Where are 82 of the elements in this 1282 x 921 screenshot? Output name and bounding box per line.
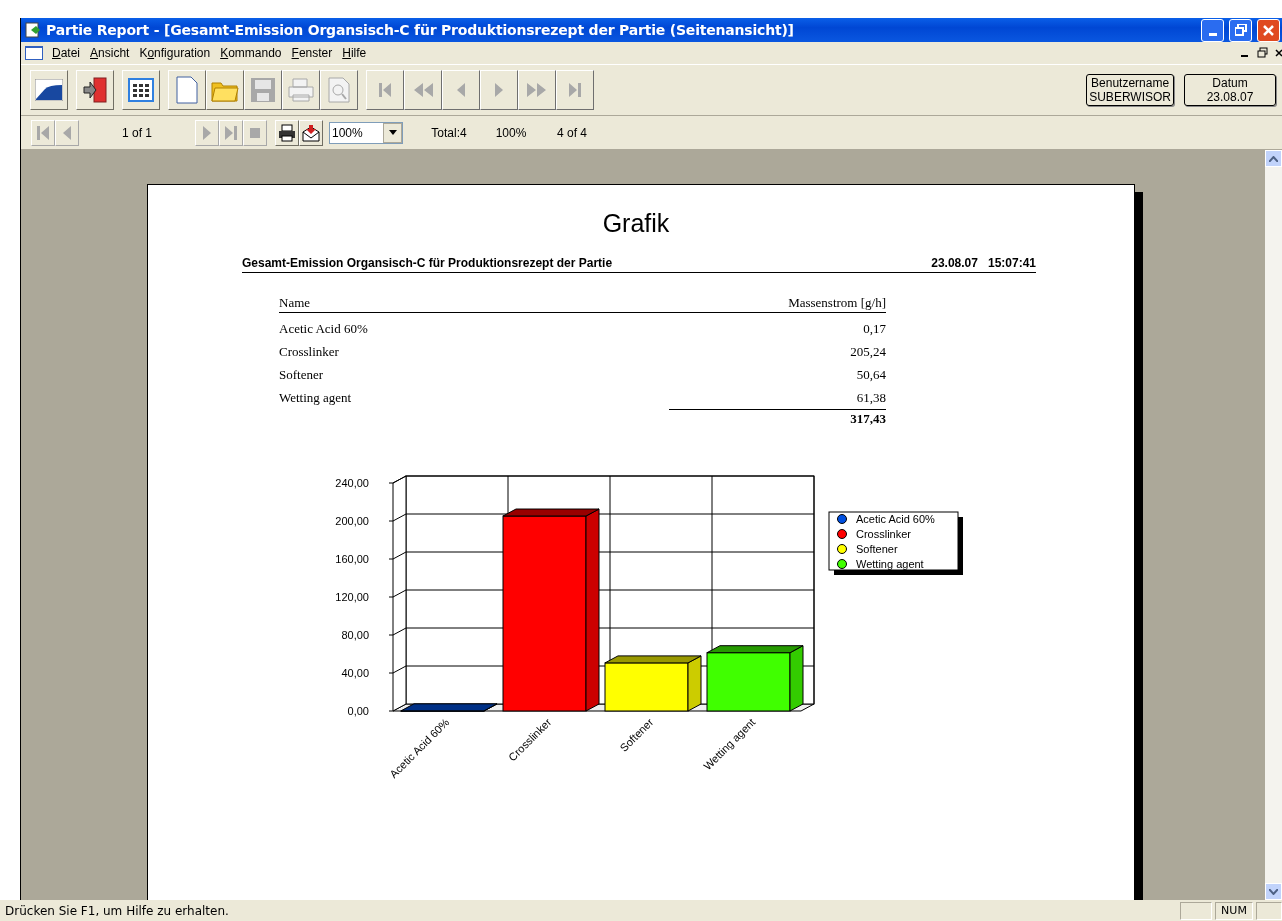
menu-item[interactable]: Hilfe <box>337 46 372 60</box>
legend-label: Acetic Acid 60% <box>856 513 935 525</box>
vertical-scrollbar[interactable] <box>1265 150 1282 900</box>
table-cell: Crosslinker <box>279 343 339 360</box>
table-cell: Softener <box>279 366 324 383</box>
exit-door-icon <box>82 77 108 103</box>
fast-forward-icon <box>526 82 548 98</box>
table-cell: 205,24 <box>850 343 886 360</box>
mdi-restore-icon[interactable] <box>1256 46 1270 60</box>
zoom-dropdown[interactable]: 100% <box>329 121 403 144</box>
first-page-icon <box>36 124 50 141</box>
y-axis-label: 0,00 <box>347 705 369 717</box>
page-magnifier-icon <box>328 77 350 103</box>
table-cell: Wetting agent <box>279 389 352 406</box>
column-header: Name <box>279 294 311 311</box>
app-icon <box>25 22 41 38</box>
minimize-icon <box>1208 32 1217 36</box>
table-cell: 0,17 <box>863 320 886 337</box>
envelope-arrow-icon <box>302 123 320 142</box>
last-page-icon <box>568 82 582 98</box>
menu-item[interactable]: Datei <box>47 46 86 60</box>
preview-button[interactable] <box>299 119 323 146</box>
table-cell: 50,64 <box>856 366 886 383</box>
last-page-icon <box>224 124 238 141</box>
menu-item[interactable]: Ansicht <box>85 46 135 60</box>
zoom-percent: 100% <box>494 125 528 140</box>
printer-icon <box>278 123 296 142</box>
total-count: Total:4 <box>430 125 468 140</box>
menu-item[interactable]: Konfiguration <box>134 46 216 60</box>
restore-button[interactable] <box>1229 18 1252 42</box>
status-panel <box>1180 901 1212 920</box>
legend-label: Wetting agent <box>856 558 924 570</box>
record-count: 4 of 4 <box>556 125 588 140</box>
printer-icon <box>287 77 315 103</box>
next-arrow-icon <box>494 82 504 98</box>
report-subtitle: Gesamt-Emission Organsisch-C für Produktionsrezept der Partie <box>242 256 613 270</box>
grid-window-icon <box>128 78 154 102</box>
blank-page-icon <box>176 76 198 104</box>
status-panel <box>1256 901 1282 920</box>
username-label: Benutzername <box>1091 76 1170 90</box>
table-cell: 61,38 <box>856 389 886 406</box>
document-icon <box>25 46 43 60</box>
menu-item[interactable]: Kommando <box>215 46 287 60</box>
minimize-button[interactable] <box>1201 18 1224 42</box>
legend-label: Crosslinker <box>856 528 911 540</box>
date-label: Datum <box>1212 76 1248 90</box>
y-axis-label: 240,00 <box>335 477 369 489</box>
table-cell: Acetic Acid 60% <box>279 320 368 337</box>
y-axis-label: 80,00 <box>341 629 369 641</box>
y-axis-label: 160,00 <box>335 553 369 565</box>
app-logo-icon <box>35 79 63 101</box>
legend-label: Softener <box>856 543 898 555</box>
scroll-down-icon[interactable] <box>1269 888 1278 895</box>
next-arrow-icon <box>202 124 212 141</box>
page-indicator: 1 of 1 <box>121 125 153 140</box>
username-value: SUBERWISOR <box>1089 90 1171 104</box>
report-timestamp: 23.08.07 15:07:41 <box>931 256 1036 270</box>
menu-item[interactable]: Fenster <box>286 46 338 60</box>
toolbar-button[interactable] <box>30 70 68 110</box>
total-value: 317,43 <box>669 409 886 427</box>
window-title: Partie Report - [Gesamt-Emission Organsisch-C für Produktionsrezept der Partie (Seitenansicht)] <box>46 22 795 38</box>
toolbar-button[interactable] <box>76 70 114 110</box>
report-title: Grafik <box>602 209 670 238</box>
date-value: 23.08.07 <box>1206 90 1254 104</box>
y-axis-label: 120,00 <box>335 591 369 603</box>
previous-arrow-icon <box>62 124 72 141</box>
scroll-up-icon[interactable] <box>1269 155 1278 162</box>
preview-button[interactable] <box>275 119 299 146</box>
y-axis-label: 200,00 <box>335 515 369 527</box>
status-text: Drücken Sie F1, um Hilfe zu erhalten. <box>5 903 230 918</box>
dropdown-arrow-icon <box>388 130 397 135</box>
close-icon <box>1263 24 1274 36</box>
num-lock-indicator: NUM <box>1215 901 1253 920</box>
rewind-icon <box>412 82 434 98</box>
close-button[interactable] <box>1257 18 1280 42</box>
first-page-icon <box>378 82 392 98</box>
toolbar-button[interactable] <box>122 70 160 110</box>
previous-arrow-icon <box>456 82 466 98</box>
y-axis-label: 40,00 <box>341 667 369 679</box>
column-header: Massenstrom [g/h] <box>788 294 886 311</box>
stop-icon <box>250 127 260 138</box>
restore-icon <box>1234 24 1247 36</box>
